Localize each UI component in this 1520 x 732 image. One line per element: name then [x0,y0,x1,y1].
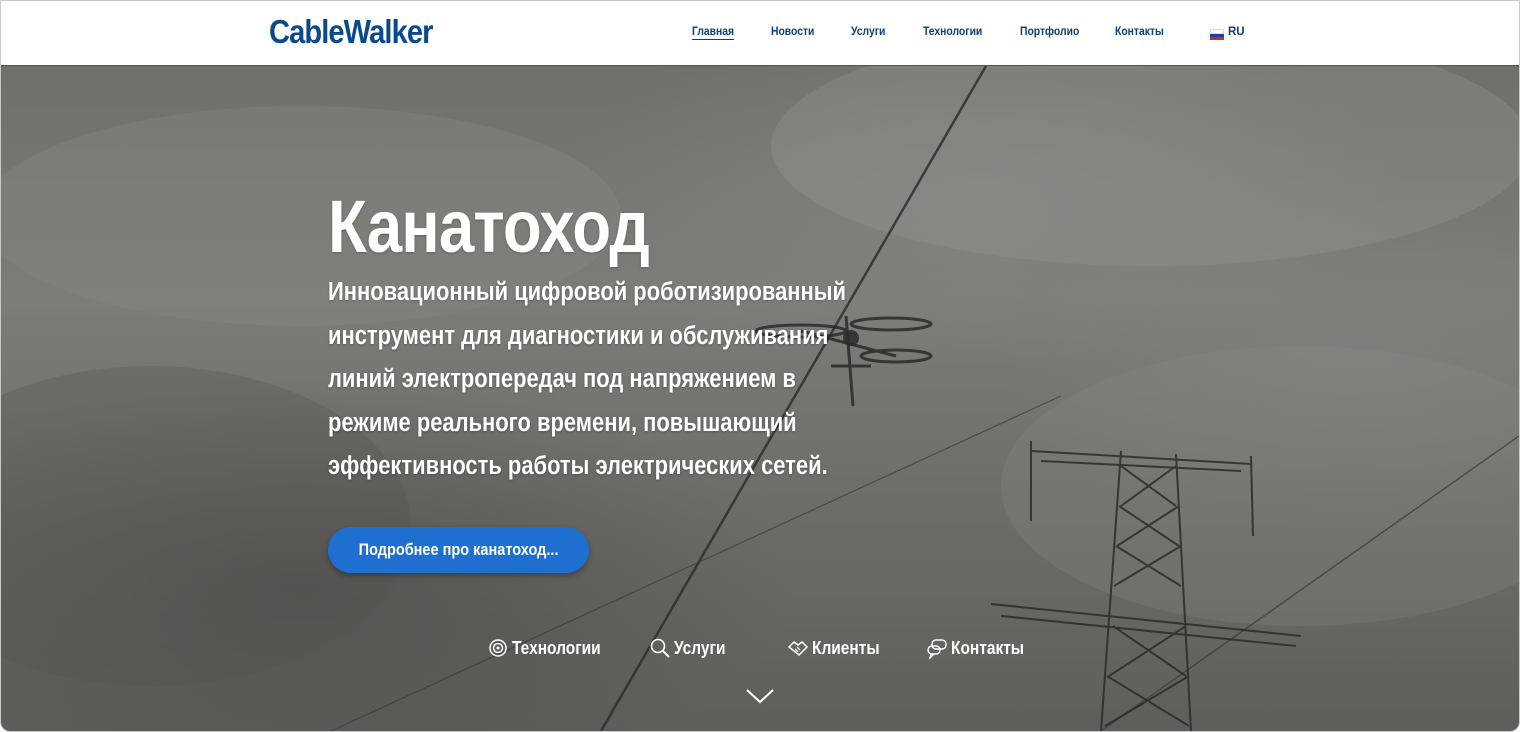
site-logo[interactable]: CableWalker [269,13,433,51]
nav-item-news[interactable]: Новости [771,26,814,38]
quick-link-label: Технологии [512,637,601,658]
gear-icon [489,639,507,657]
learn-more-button-label: Подробнее про канатоход... [358,540,559,559]
learn-more-button[interactable]: Подробнее про канатоход... [328,527,589,573]
nav-item-services[interactable]: Услуги [851,26,885,38]
nav-item-technologies[interactable]: Технологии [923,26,982,38]
chat-icon [927,639,947,659]
hero-title: Канатоход [328,185,650,268]
quick-link-label: Клиенты [812,637,880,658]
browser-viewport: CableWalker Главная Новости Услуги Техно… [0,0,1520,732]
nav-item-contacts[interactable]: Контакты [1115,26,1164,38]
quick-link-clients[interactable]: Клиенты [787,636,891,660]
quick-link-technologies[interactable]: Технологии [487,636,615,660]
quick-link-contacts[interactable]: Контакты [926,636,1036,660]
language-selector[interactable]: RU [1228,26,1245,38]
hero-description: Инновационный цифровой роботизированный … [328,278,846,480]
hero-section: Канатоход Инновационный цифровой роботиз… [1,66,1519,731]
handshake-icon [787,641,809,657]
quick-link-services[interactable]: Услуги [649,636,734,660]
quick-link-label: Контакты [951,637,1025,658]
search-icon [650,638,670,658]
nav-item-home[interactable]: Главная [692,26,734,38]
chevron-down-icon[interactable] [745,686,775,706]
russia-flag-icon[interactable] [1210,29,1224,40]
site-header: CableWalker Главная Новости Услуги Техно… [1,1,1519,66]
quick-link-label: Услуги [674,637,726,658]
nav-item-portfolio[interactable]: Портфолио [1020,26,1079,38]
